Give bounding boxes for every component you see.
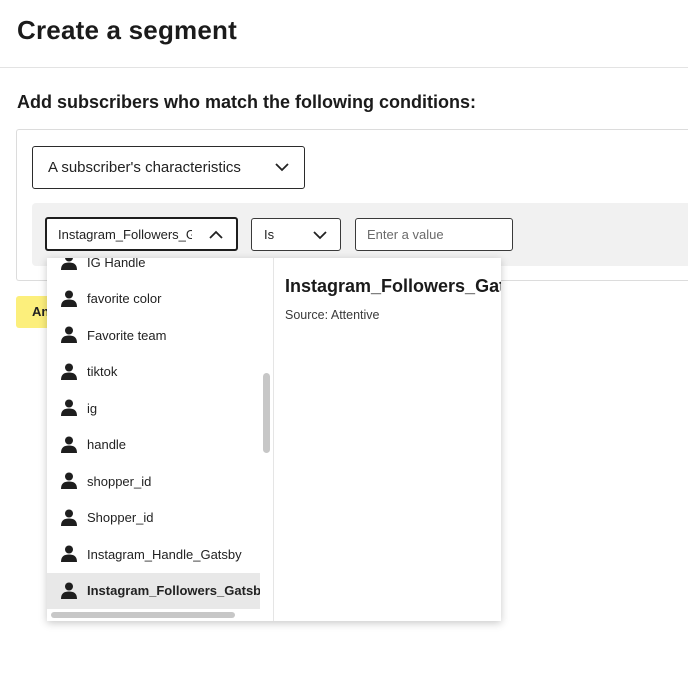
detail-title: Instagram_Followers_Gatsby — [285, 276, 501, 296]
person-icon — [61, 545, 77, 562]
list-item[interactable]: shopper_id — [47, 463, 260, 499]
list-item[interactable]: Instagram_Handle_Gatsby — [47, 536, 260, 572]
list-item-label: favorite color — [87, 291, 162, 306]
list-item-label: ig — [87, 400, 98, 416]
list-item-label: shopper_id — [87, 473, 152, 489]
list-item[interactable]: Shopper_id — [47, 500, 260, 536]
list-item-label: IG Handle — [87, 258, 146, 270]
page-title: Create a segment — [17, 15, 237, 45]
list-item[interactable]: Favorite team — [47, 317, 260, 353]
characteristic-select-value: A subscriber's characteristics — [48, 159, 241, 176]
list-item[interactable]: IG Handle — [47, 258, 260, 280]
detail-divider — [273, 258, 274, 621]
person-icon — [61, 582, 77, 599]
list-item[interactable]: ig — [47, 390, 260, 426]
list-item[interactable]: Instagram_Followers_Gatsby — [47, 572, 260, 609]
conditions-heading: Add subscribers who match the following … — [17, 92, 477, 112]
chevron-down-icon — [275, 163, 289, 172]
attribute-select-value: Instagram_Followers_Gatsby — [58, 226, 192, 242]
list-item[interactable]: tiktok — [47, 354, 260, 390]
person-icon — [61, 258, 77, 270]
detail-source: Source: Attentive — [285, 308, 380, 322]
attribute-list[interactable]: IG Handle favorite color Favorite team tikt… — [47, 258, 260, 621]
person-icon — [61, 472, 77, 489]
list-item-label: tiktok — [87, 364, 118, 379]
person-icon — [61, 290, 77, 307]
list-item-label: Instagram_Handle_Gatsby — [87, 546, 242, 562]
list-item[interactable]: handle — [47, 427, 260, 463]
list-horizontal-scrollbar-thumb[interactable] — [51, 612, 235, 618]
list-item[interactable]: favorite color — [47, 281, 260, 317]
chevron-up-icon — [209, 230, 223, 239]
person-icon — [61, 509, 77, 526]
operator-select-value: Is — [264, 227, 275, 242]
list-item-label: handle — [87, 437, 127, 452]
person-icon — [61, 363, 77, 380]
attribute-select[interactable]: Instagram_Followers_Gatsby — [45, 217, 238, 251]
list-item-label: Shopper_id — [87, 510, 154, 525]
operator-select[interactable]: Is — [251, 218, 341, 251]
header-divider — [0, 67, 688, 68]
list-item-label: Favorite team — [87, 327, 167, 343]
value-input[interactable] — [355, 218, 513, 251]
chevron-down-icon — [313, 231, 327, 240]
attribute-dropdown: IG Handle favorite color Favorite team tikt… — [47, 258, 501, 621]
list-item-label: Instagram_Followers_Gatsby — [87, 583, 260, 598]
list-scrollbar-thumb[interactable] — [263, 373, 270, 453]
characteristic-select[interactable]: A subscriber's characteristics — [32, 146, 305, 189]
person-icon — [61, 399, 77, 416]
person-icon — [61, 436, 77, 453]
person-icon — [61, 326, 77, 343]
